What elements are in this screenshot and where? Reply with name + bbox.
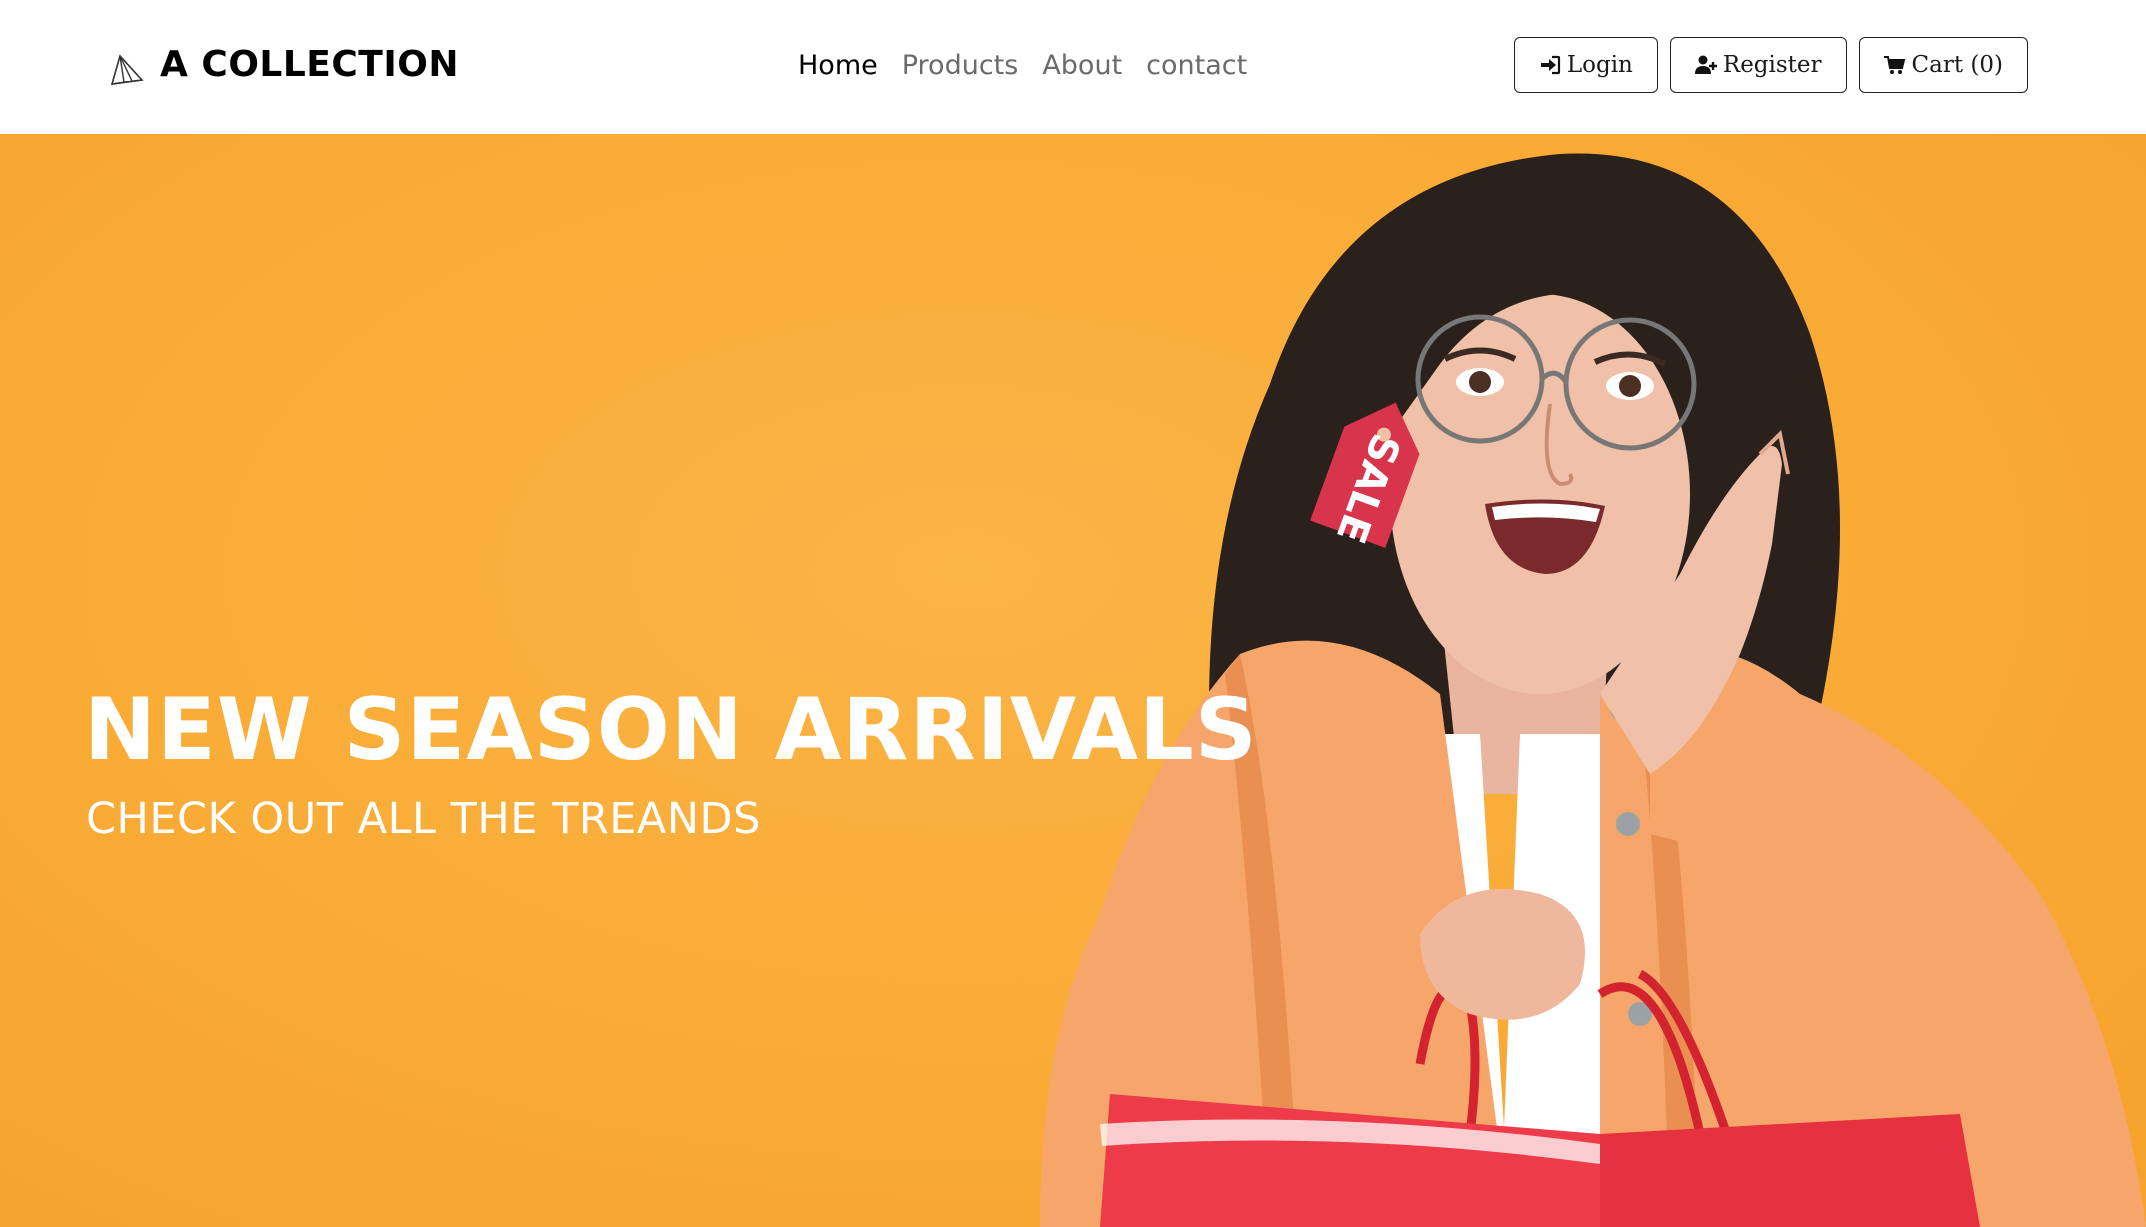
nav-link-contact[interactable]: contact xyxy=(1146,44,1247,88)
nav-link-about[interactable]: About xyxy=(1042,44,1122,88)
login-button[interactable]: Login xyxy=(1513,37,1658,93)
login-label: Login xyxy=(1566,52,1633,78)
hero-banner: SALE NEW SEASON ARRIVALS CHECK OUT ALL T… xyxy=(0,134,2146,1227)
hero-title: NEW SEASON ARRIVALS xyxy=(84,680,1258,780)
shopping-cart-icon xyxy=(1883,54,1906,76)
user-plus-icon xyxy=(1694,54,1717,76)
nav-links: Home Products About contact xyxy=(798,44,1271,88)
paper-plane-icon xyxy=(110,52,144,86)
nav-buttons: Login Register Cart (0) xyxy=(1513,37,2028,93)
sign-in-icon xyxy=(1539,54,1561,76)
register-button[interactable]: Register xyxy=(1669,37,1847,93)
brand-name: A COLLECTION xyxy=(160,43,459,85)
navbar: A COLLECTION Home Products About contact… xyxy=(0,0,2146,134)
nav-link-products[interactable]: Products xyxy=(902,44,1019,88)
hero-subtitle: CHECK OUT ALL THE TREANDS xyxy=(86,794,761,844)
register-label: Register xyxy=(1722,52,1822,78)
brand-link[interactable]: A COLLECTION xyxy=(110,38,459,90)
nav-link-home[interactable]: Home xyxy=(798,44,878,88)
cart-button[interactable]: Cart (0) xyxy=(1858,37,2028,93)
cart-label: Cart (0) xyxy=(1911,52,2003,78)
